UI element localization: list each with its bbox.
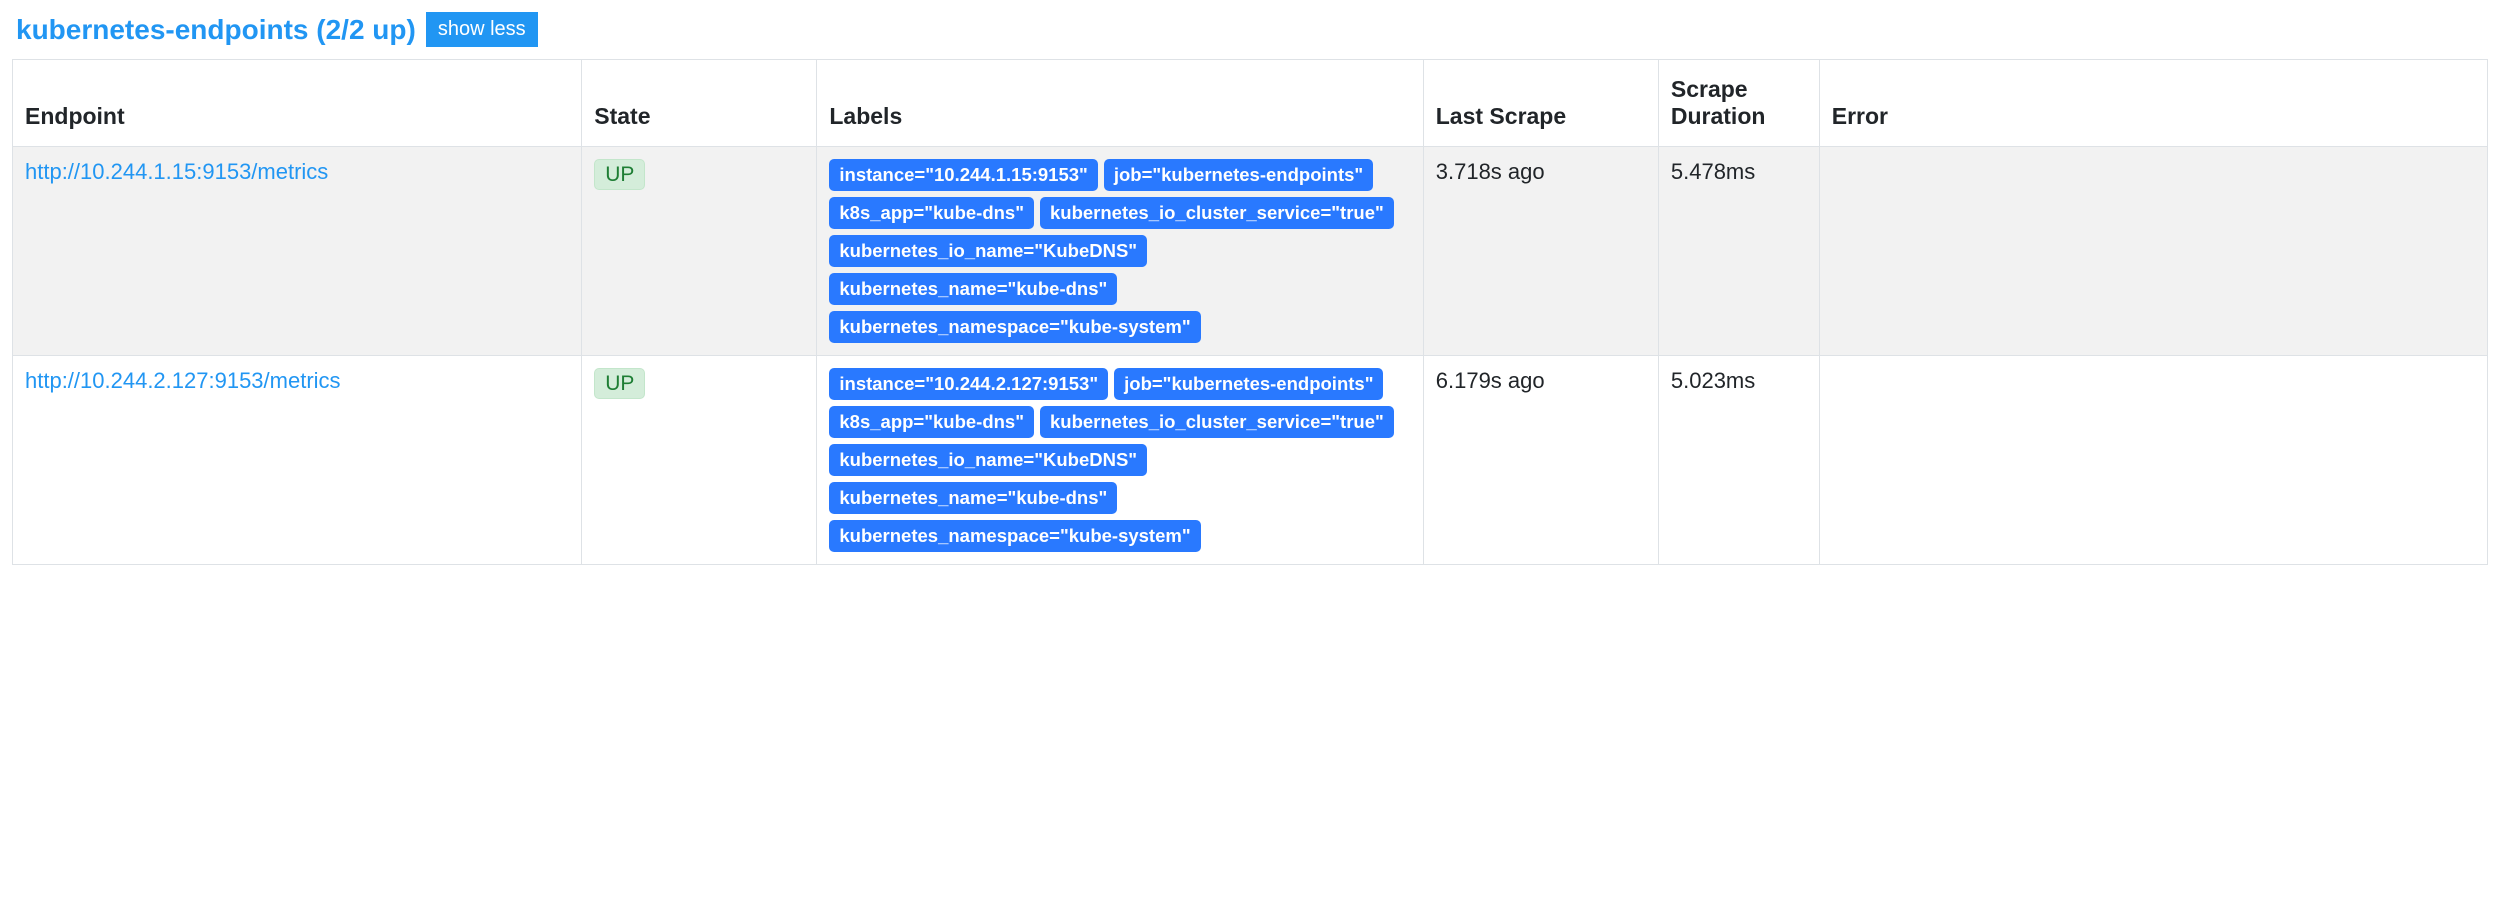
endpoint-link[interactable]: http://10.244.2.127:9153/metrics [25,368,341,393]
targets-group-header: kubernetes-endpoints (2/2 up) show less [12,12,2488,47]
label-chip: kubernetes_io_cluster_service="true" [1040,197,1394,229]
col-header-error: Error [1819,60,2487,147]
targets-group-title-link[interactable]: kubernetes-endpoints (2/2 up) [16,14,416,46]
last-scrape-value: 6.179s ago [1436,368,1545,393]
col-header-state: State [582,60,817,147]
col-header-labels: Labels [817,60,1423,147]
state-badge: UP [594,368,645,399]
table-row: http://10.244.2.127:9153/metrics UP instan… [13,356,2488,565]
label-chip: instance="10.244.2.127:9153" [829,368,1108,400]
col-header-endpoint: Endpoint [13,60,582,147]
targets-table: Endpoint State Labels Last Scrape Scrape… [12,59,2488,565]
col-header-scrape-duration: Scrape Duration [1658,60,1819,147]
table-row: http://10.244.1.15:9153/metrics UP instanc… [13,147,2488,356]
label-chip: kubernetes_name="kube-dns" [829,482,1117,514]
label-chip: k8s_app="kube-dns" [829,197,1034,229]
label-chip: kubernetes_io_name="KubeDNS" [829,444,1147,476]
scrape-duration-value: 5.023ms [1671,368,1755,393]
endpoint-link[interactable]: http://10.244.1.15:9153/metrics [25,159,328,184]
label-chip: job="kubernetes-endpoints" [1104,159,1373,191]
label-chip: kubernetes_namespace="kube-system" [829,520,1200,552]
labels-container: instance="10.244.2.127:9153"job="kuberne… [829,368,1410,552]
label-chip: kubernetes_io_name="KubeDNS" [829,235,1147,267]
label-chip: job="kubernetes-endpoints" [1114,368,1383,400]
scrape-duration-value: 5.478ms [1671,159,1755,184]
label-chip: instance="10.244.1.15:9153" [829,159,1097,191]
show-less-button[interactable]: show less [426,12,538,47]
col-header-last-scrape: Last Scrape [1423,60,1658,147]
label-chip: kubernetes_name="kube-dns" [829,273,1117,305]
label-chip: kubernetes_namespace="kube-system" [829,311,1200,343]
state-badge: UP [594,159,645,190]
labels-container: instance="10.244.1.15:9153"job="kubernet… [829,159,1410,343]
label-chip: kubernetes_io_cluster_service="true" [1040,406,1394,438]
label-chip: k8s_app="kube-dns" [829,406,1034,438]
last-scrape-value: 3.718s ago [1436,159,1545,184]
